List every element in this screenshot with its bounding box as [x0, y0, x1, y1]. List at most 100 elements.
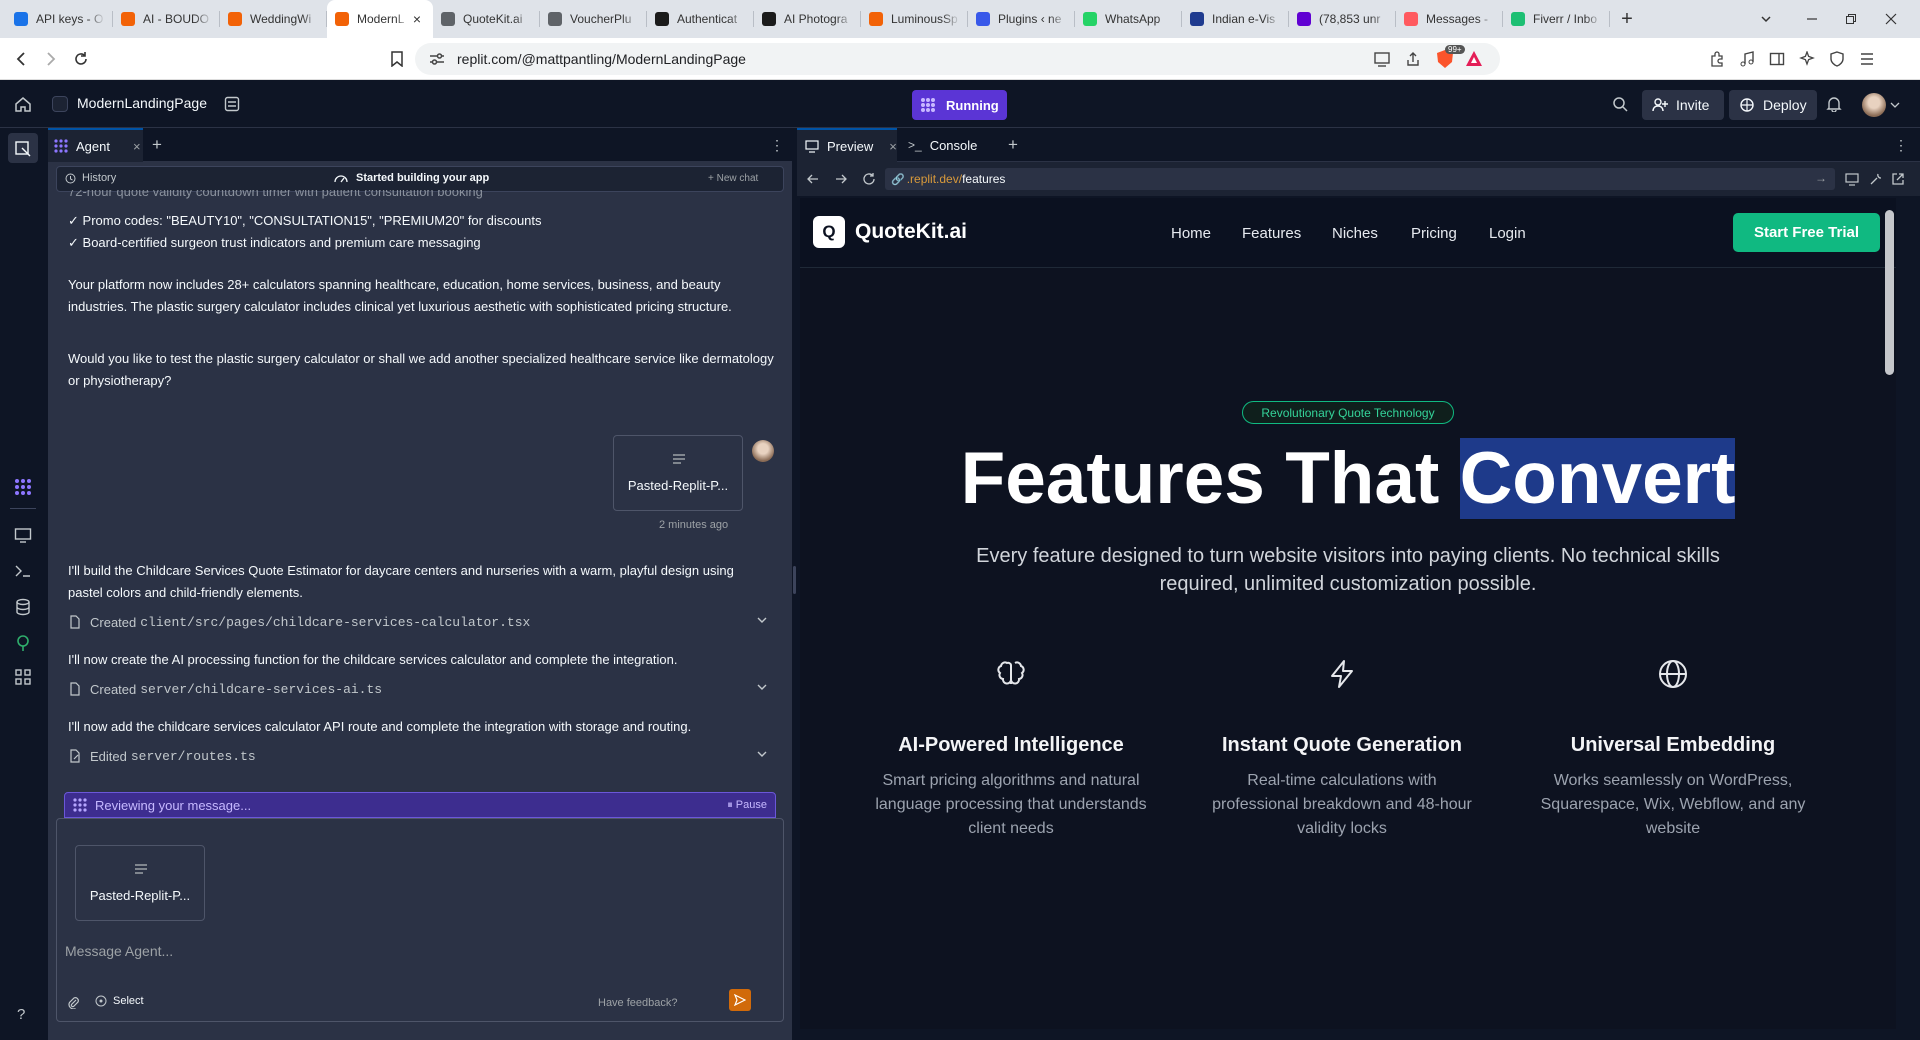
file-change-row[interactable]: Created server/childcare-services-ai.ts [68, 677, 778, 701]
browser-tab[interactable]: Fiverr / Inbo [1503, 0, 1610, 38]
files-icon[interactable] [8, 133, 38, 163]
browser-tab[interactable]: QuoteKit.ai [433, 0, 540, 38]
reload-icon[interactable] [68, 46, 94, 72]
browser-tab[interactable]: Indian e-Vis [1182, 0, 1289, 38]
nav-features[interactable]: Features [1242, 225, 1301, 242]
restore-window-button[interactable] [1838, 6, 1864, 32]
shell-icon[interactable] [12, 560, 34, 582]
database-icon[interactable] [12, 596, 34, 618]
site-scrollbar[interactable] [1885, 210, 1894, 375]
start-free-trial-button[interactable]: Start Free Trial [1733, 213, 1880, 252]
avatar-chevron-icon[interactable] [1890, 100, 1900, 110]
close-tab-icon[interactable]: × [133, 139, 141, 154]
user-avatar[interactable] [1862, 93, 1886, 117]
project-name[interactable]: ModernLandingPage [77, 95, 207, 111]
history-button[interactable]: History [65, 172, 116, 184]
close-tab-icon[interactable]: × [889, 139, 897, 154]
browser-tab[interactable]: AI - BOUDO [113, 0, 220, 38]
browser-tab[interactable]: Messages - [1396, 0, 1503, 38]
site-settings-icon[interactable] [429, 52, 445, 66]
close-window-button[interactable] [1878, 6, 1904, 32]
feedback-link[interactable]: Have feedback? [598, 997, 678, 1009]
browser-tab[interactable]: LuminousSp [861, 0, 968, 38]
new-chat-button[interactable]: + New chat [708, 173, 758, 184]
agent-kebab-icon[interactable]: ⋮ [770, 128, 784, 162]
forward-arrow-icon[interactable] [38, 46, 64, 72]
tab-console[interactable]: >_ Console [900, 128, 1000, 162]
nav-niches[interactable]: Niches [1332, 225, 1378, 242]
nav-pricing[interactable]: Pricing [1411, 225, 1457, 242]
chevron-down-icon[interactable] [756, 748, 768, 760]
browser-tab[interactable]: WeddingWi [220, 0, 327, 38]
leo-ai-icon[interactable] [1794, 46, 1820, 72]
file-change-row[interactable]: Created client/src/pages/childcare-servi… [68, 610, 778, 634]
run-button[interactable]: Running [912, 90, 1007, 120]
webview-reload-icon[interactable] [862, 172, 876, 186]
back-arrow-icon[interactable] [8, 46, 34, 72]
deploy-button[interactable]: Deploy [1729, 90, 1817, 120]
agent-icon[interactable] [12, 476, 34, 498]
media-icon[interactable] [1734, 46, 1760, 72]
message-input[interactable]: Message Agent... [65, 943, 765, 959]
select-element-button[interactable]: Select [95, 995, 144, 1007]
browser-tab[interactable]: Plugins ‹ ne [968, 0, 1075, 38]
close-tab-icon[interactable]: × [409, 11, 425, 27]
tab-preview[interactable]: Preview × [797, 128, 897, 162]
browser-tab[interactable]: (78,853 unr [1289, 0, 1396, 38]
sidebar-toggle-icon[interactable] [1764, 46, 1790, 72]
deployments-tree-icon[interactable] [12, 632, 34, 654]
new-tab-button[interactable]: + [1614, 6, 1640, 32]
composer-attachment-card[interactable]: Pasted-Replit-P... [75, 845, 205, 921]
tab-search-chevron-icon[interactable] [1753, 6, 1779, 32]
invite-button[interactable]: Invite [1642, 90, 1724, 120]
devtools-wrench-icon[interactable] [1869, 172, 1883, 186]
notifications-bell-icon[interactable] [1826, 96, 1842, 112]
vpn-shield-icon[interactable] [1824, 46, 1850, 72]
nav-home[interactable]: Home [1171, 225, 1211, 242]
browser-tab[interactable]: ModernL × [327, 0, 433, 38]
url-go-arrow-icon[interactable]: → [1815, 171, 1827, 185]
bookmark-icon[interactable] [384, 46, 410, 72]
project-info-icon[interactable] [224, 96, 240, 112]
chevron-down-icon[interactable] [756, 614, 768, 626]
brave-rewards-icon[interactable] [1465, 50, 1483, 68]
new-tab-plus-icon[interactable]: + [152, 128, 162, 162]
address-bar[interactable]: replit.com/@mattpantling/ModernLandingPa… [415, 43, 1500, 75]
user-attachment-card[interactable]: Pasted-Replit-P... [613, 435, 743, 511]
browser-tab[interactable]: AI Photogra [754, 0, 861, 38]
chevron-down-icon[interactable] [756, 681, 768, 693]
site-logo[interactable]: Q QuoteKit.ai [813, 216, 967, 248]
tab-separator [1609, 11, 1610, 27]
minimize-window-button[interactable] [1799, 6, 1825, 32]
pause-button[interactable]: ⏸ Pause [727, 799, 767, 812]
new-tab-plus-icon[interactable]: + [1008, 128, 1018, 162]
browser-tab[interactable]: API keys - O [6, 0, 113, 38]
browser-tab[interactable]: Authenticat [647, 0, 754, 38]
preview-kebab-icon[interactable]: ⋮ [1894, 128, 1908, 162]
browser-tab-label: ModernL [357, 12, 405, 26]
webview-back-icon[interactable] [807, 173, 819, 185]
file-change-row[interactable]: Edited server/routes.ts [68, 744, 778, 768]
extensions-icon[interactable] [1704, 46, 1730, 72]
search-icon[interactable] [1612, 96, 1628, 112]
home-icon[interactable] [14, 96, 32, 112]
menu-icon[interactable] [1854, 46, 1880, 72]
webview-url-bar[interactable]: 🔗 .replit.dev/ features → [885, 168, 1835, 190]
help-icon[interactable]: ? [17, 1006, 25, 1023]
console-tab-label: Console [929, 137, 978, 153]
attach-paperclip-icon[interactable] [67, 995, 79, 1009]
all-tools-grid-icon[interactable] [12, 666, 34, 688]
cast-icon[interactable] [1373, 51, 1391, 67]
monitor-icon [805, 140, 819, 153]
open-new-tab-icon[interactable] [1891, 172, 1905, 186]
browser-tab[interactable]: WhatsApp [1075, 0, 1182, 38]
share-icon[interactable] [1405, 51, 1421, 67]
send-button[interactable] [729, 989, 751, 1011]
webview-forward-icon[interactable] [835, 173, 847, 185]
nav-login[interactable]: Login [1489, 225, 1526, 242]
browser-tab[interactable]: VoucherPlu [540, 0, 647, 38]
device-toggle-icon[interactable] [1845, 172, 1859, 186]
browser-tab-label: AI - BOUDO [143, 12, 210, 26]
tab-agent[interactable]: Agent × [48, 128, 143, 162]
webview-icon[interactable] [12, 524, 34, 546]
